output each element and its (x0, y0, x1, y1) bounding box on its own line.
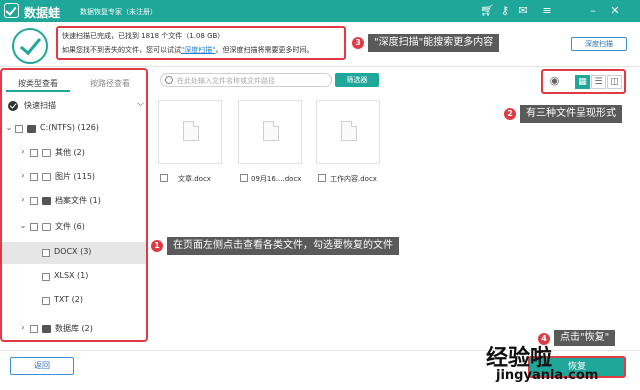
view-mode-group: ◉ ▦ ☰ ◫ (541, 69, 626, 94)
tree-item-txt[interactable]: TXT (2) (2, 290, 146, 312)
app-name: 数据蛙 (24, 6, 61, 20)
search-icon (165, 76, 173, 84)
caret-right-icon[interactable]: › (19, 172, 27, 180)
quick-scan-label: 快速扫描 (24, 101, 56, 110)
scan-status-box: 快速扫描已完成，已找到 1818 个文件（1.08 GB） 如果您找不到丢失的文… (56, 26, 346, 60)
tree-item-images[interactable]: › 图片 (115) (2, 166, 146, 188)
archive-icon (42, 197, 51, 205)
scan-complete-check-icon (12, 28, 48, 64)
file-name: 文章.docx (178, 175, 211, 183)
annotation-callout-1: 在页面左侧点击查看各类文件，勾选要恢复的文件 (167, 237, 399, 255)
file-thumbnail[interactable] (158, 100, 222, 164)
preview-icon[interactable]: ◉ (547, 75, 562, 89)
tree-item-docx[interactable]: DOCX (3) (2, 242, 146, 264)
caret-down-icon[interactable]: ⌄ (19, 222, 27, 230)
app-subtitle: 数据恢复专家（未注册） (80, 8, 157, 16)
document-icon (341, 121, 357, 141)
tree-item-label: 图片 (115) (55, 172, 96, 181)
back-button[interactable]: 返回 (10, 357, 74, 375)
file-checkbox[interactable] (160, 174, 168, 182)
annotation-badge-1: 1 (151, 240, 163, 252)
tree-item-label: XLSX (1) (54, 271, 89, 280)
chevron-down-icon: ⌵ (137, 99, 144, 109)
drive-icon (27, 125, 36, 133)
title-bar: 数据蛙 数据恢复专家（未注册） 🛒︎ ⚷ ✉ ≡ – ✕ (0, 0, 640, 22)
tree-checkbox[interactable] (30, 173, 38, 181)
list-view-icon[interactable]: ☰ (591, 75, 606, 89)
tab-by-type[interactable]: 按类型查看 (6, 76, 70, 92)
scan-hint-text: 如果您找不到丢失的文件，您可以试试"深度扫描"。但深度扫描将需要更多时间。 (62, 46, 314, 54)
annotation-callout-4: 点击"恢复" (554, 330, 616, 346)
database-icon (42, 325, 51, 333)
annotation-callout-2: 有三种文件呈现形式 (520, 105, 622, 123)
tree-item-label: 文件 (6) (55, 222, 85, 231)
annotation-callout-3: "深度扫描"能搜索更多内容 (368, 34, 500, 52)
caret-right-icon[interactable]: › (19, 324, 27, 332)
check-circle-icon (8, 101, 18, 111)
app-logo-icon (4, 3, 19, 18)
tree-checkbox[interactable] (42, 249, 50, 257)
file-name: 09月16....docx (251, 175, 302, 183)
tree-checkbox[interactable] (30, 197, 38, 205)
deep-scan-button[interactable]: 深度扫描 (571, 37, 627, 51)
close-icon[interactable]: ✕ (608, 4, 622, 18)
quick-scan-selector[interactable]: 快速扫描 ⌵ (8, 98, 146, 114)
watermark-url: jingyanla.com (496, 368, 599, 383)
tree-item-label: 档案文件 (1) (55, 196, 101, 205)
caret-down-icon[interactable]: ⌄ (5, 124, 13, 132)
document-icon (42, 223, 51, 231)
folder-icon (42, 149, 51, 157)
tree-checkbox[interactable] (30, 223, 38, 231)
sidebar: 按类型查看 按路径查看 快速扫描 ⌵ ⌄ C:(NTFS) (126) › 其他… (0, 68, 148, 342)
tree-item-label: DOCX (3) (54, 247, 92, 256)
annotation-badge-2: 2 (504, 108, 516, 120)
file-checkbox[interactable] (318, 174, 326, 182)
minimize-icon[interactable]: – (586, 4, 600, 18)
header-divider (0, 66, 640, 67)
annotation-badge-3: 3 (352, 37, 364, 49)
caret-right-icon[interactable]: › (19, 196, 27, 204)
key-icon[interactable]: ⚷ (498, 4, 512, 18)
image-icon (42, 173, 51, 181)
document-icon (183, 121, 199, 141)
file-thumbnail[interactable] (238, 100, 302, 164)
tree-item-archives[interactable]: › 档案文件 (1) (2, 190, 146, 212)
tree-checkbox[interactable] (15, 125, 23, 133)
detail-view-icon[interactable]: ◫ (607, 75, 622, 89)
tree-item-drive[interactable]: ⌄ C:(NTFS) (126) (2, 118, 146, 140)
document-icon (263, 121, 279, 141)
tree-item-other[interactable]: › 其他 (2) (2, 142, 146, 164)
deep-scan-link[interactable]: "深度扫描" (181, 46, 215, 54)
grid-view-icon[interactable]: ▦ (575, 75, 590, 89)
menu-icon[interactable]: ≡ (540, 4, 554, 18)
tree-item-xlsx[interactable]: XLSX (1) (2, 266, 146, 288)
cart-icon[interactable]: 🛒︎ (480, 4, 494, 18)
filter-button[interactable]: 筛选器 (335, 73, 379, 87)
search-input[interactable]: 在此处输入文件名称或文件路径 (160, 73, 332, 87)
tree-item-label: 其他 (2) (55, 148, 85, 157)
tree-item-label: 数据库 (2) (55, 324, 93, 333)
tree-item-documents[interactable]: ⌄ 文件 (6) (2, 216, 146, 238)
file-checkbox[interactable] (240, 174, 248, 182)
tree-item-database[interactable]: › 数据库 (2) (2, 318, 146, 340)
tree-item-label: TXT (2) (54, 295, 83, 304)
tree-item-label: C:(NTFS) (126) (40, 123, 99, 132)
tree-checkbox[interactable] (42, 273, 50, 281)
caret-right-icon[interactable]: › (19, 148, 27, 156)
search-placeholder: 在此处输入文件名称或文件路径 (177, 77, 275, 85)
tree-checkbox[interactable] (30, 325, 38, 333)
chat-icon[interactable]: ✉ (516, 4, 530, 18)
tree-checkbox[interactable] (30, 149, 38, 157)
scan-status-text: 快速扫描已完成，已找到 1818 个文件（1.08 GB） (62, 32, 225, 40)
file-name: 工作内容.docx (330, 175, 377, 183)
tab-by-path[interactable]: 按路径查看 (78, 76, 142, 92)
tree-checkbox[interactable] (42, 297, 50, 305)
file-thumbnail[interactable] (316, 100, 380, 164)
